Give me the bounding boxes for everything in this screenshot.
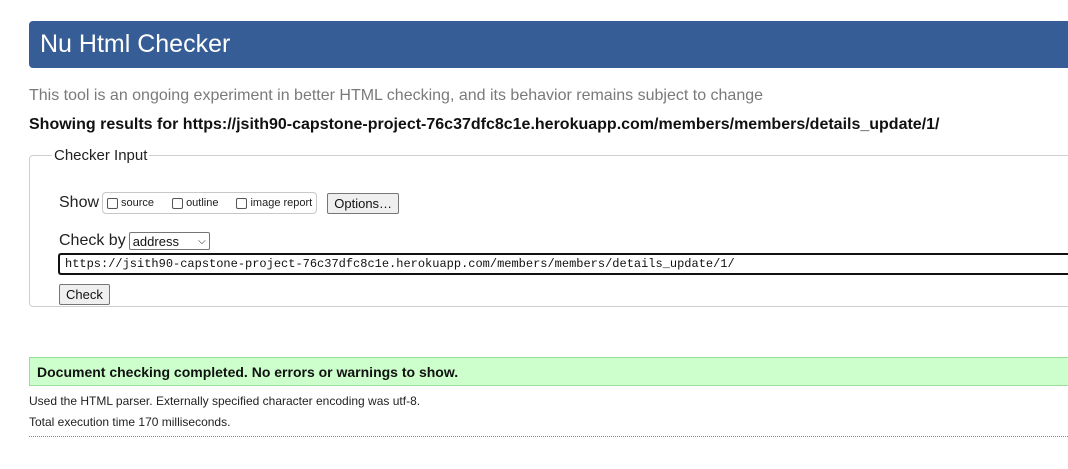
checker-input-fieldset: Checker Input Show source outline image … xyxy=(29,147,1068,307)
page: Nu Html Checker This tool is an ongoing … xyxy=(0,0,1068,469)
parser-info: Used the HTML parser. Externally specifi… xyxy=(29,394,421,408)
check-by-select[interactable]: address ⌵ xyxy=(128,232,210,250)
outline-label: outline xyxy=(186,197,219,209)
results-for-heading: Showing results for https://jsith90-caps… xyxy=(29,116,940,133)
source-label: source xyxy=(121,197,155,209)
chevron-down-icon: ⌵ xyxy=(198,235,206,247)
source-checkbox[interactable] xyxy=(107,197,119,209)
tagline: This tool is an ongoing experiment in be… xyxy=(29,87,764,104)
outline-checkbox[interactable] xyxy=(172,197,184,209)
app-header: Nu Html Checker xyxy=(29,21,1068,68)
show-outline-option[interactable]: outline xyxy=(172,197,218,209)
show-source-option[interactable]: source xyxy=(107,197,154,209)
checker-input-legend: Checker Input xyxy=(54,147,148,164)
show-image-report-option[interactable]: image report xyxy=(236,197,312,209)
divider xyxy=(29,436,1068,437)
url-input[interactable]: https://jsith90-capstone-project-76c37df… xyxy=(58,253,1068,275)
check-by-row: Check by address ⌵ xyxy=(59,232,210,250)
check-by-label: Check by xyxy=(59,232,126,249)
show-label: Show xyxy=(59,194,100,211)
show-row: Show source outline image report Options… xyxy=(59,192,400,214)
options-button[interactable]: Options… xyxy=(327,192,400,214)
show-options-group: source outline image report xyxy=(102,192,318,214)
check-button[interactable]: Check xyxy=(59,284,110,305)
success-status-bar: Document checking completed. No errors o… xyxy=(29,357,1068,386)
image-report-checkbox[interactable] xyxy=(236,197,248,209)
app-title: Nu Html Checker xyxy=(40,30,231,58)
execution-time: Total execution time 170 milliseconds. xyxy=(29,415,231,429)
check-by-selected-value: address xyxy=(132,233,179,249)
image-report-label: image report xyxy=(250,197,313,209)
